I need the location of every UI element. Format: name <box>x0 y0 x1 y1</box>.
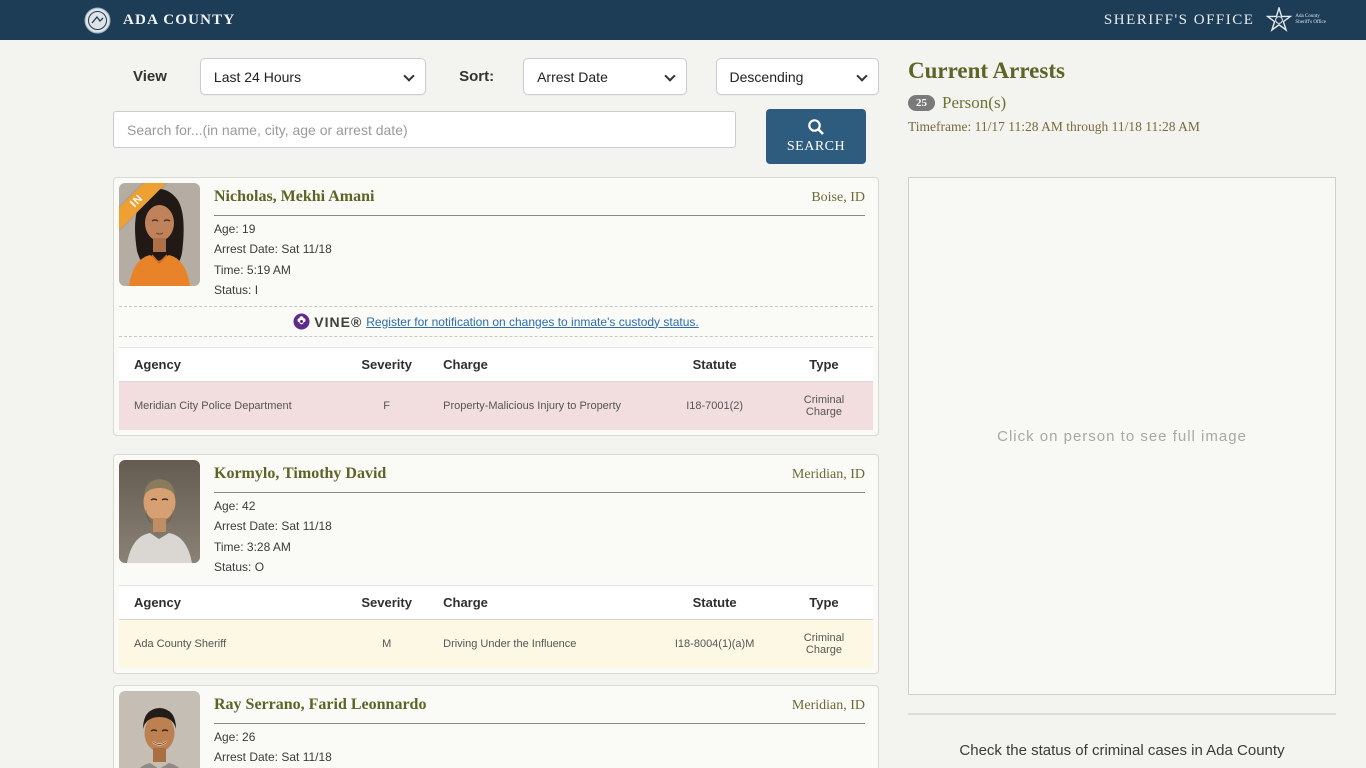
charges-table: Agency Severity Charge Statute Type Ada … <box>119 585 873 668</box>
charge-statute: I18-7001(2) <box>654 382 775 431</box>
charge-row: Ada County Sheriff M Driving Under the I… <box>119 620 873 669</box>
sort-field-value: Arrest Date <box>537 69 608 85</box>
vine-register-link[interactable]: Register for notification on changes to … <box>366 315 698 329</box>
arrestee-status: Status: O <box>214 559 865 575</box>
image-placeholder-text: Click on person to see full image <box>997 428 1247 445</box>
arrestee-city: Meridian, ID <box>792 698 865 714</box>
charge-type: Criminal Charge <box>775 620 873 669</box>
person-count-label: Person(s) <box>942 93 1006 113</box>
col-statute: Statute <box>654 348 775 382</box>
arrest-card: Kormylo, Timothy David Meridian, ID Age:… <box>113 454 879 674</box>
chevron-down-icon <box>664 70 675 81</box>
arrestee-city: Meridian, ID <box>792 467 865 483</box>
search-input[interactable] <box>113 111 736 148</box>
full-image-preview-box: Click on person to see full image <box>908 177 1336 695</box>
search-bar: SEARCH <box>113 111 879 164</box>
search-button-label: SEARCH <box>787 139 845 155</box>
view-label: View <box>133 68 167 85</box>
charge-description: Property-Malicious Injury to Property <box>428 382 654 431</box>
charges-table: Agency Severity Charge Statute Type Meri… <box>119 347 873 430</box>
charges-header-row: Agency Severity Charge Statute Type <box>119 348 873 382</box>
col-severity: Severity <box>345 348 428 382</box>
sort-label: Sort: <box>459 68 494 85</box>
arrestee-age: Age: 19 <box>214 221 865 237</box>
charge-description: Driving Under the Influence <box>428 620 654 669</box>
arrestee-time: Time: 5:19 AM <box>214 262 865 278</box>
office-name[interactable]: SHERIFF'S OFFICE <box>1104 12 1255 29</box>
sidebar-divider <box>908 713 1336 715</box>
charge-agency: Ada County Sheriff <box>119 620 345 669</box>
col-agency: Agency <box>119 586 345 620</box>
county-name[interactable]: ADA COUNTY <box>123 12 235 29</box>
arrestee-name[interactable]: Ray Serrano, Farid Leonnardo <box>214 696 426 714</box>
charge-type: Criminal Charge <box>775 382 873 431</box>
arrestee-arrest-date: Arrest Date: Sat 11/18 <box>214 518 865 534</box>
chevron-down-icon <box>856 70 867 81</box>
col-charge: Charge <box>428 586 654 620</box>
col-charge: Charge <box>428 348 654 382</box>
arrestee-age: Age: 26 <box>214 729 865 745</box>
person-count-badge: 25 <box>908 95 935 111</box>
arrestee-status: Status: I <box>214 282 865 298</box>
charge-row: Meridian City Police Department F Proper… <box>119 382 873 431</box>
criminal-cases-link[interactable]: Check the status of criminal cases in Ad… <box>908 742 1336 759</box>
view-select[interactable]: Last 24 Hours <box>200 58 426 95</box>
charge-severity: M <box>345 620 428 669</box>
chevron-down-icon <box>403 70 414 81</box>
search-icon <box>807 118 825 136</box>
arrestee-age: Age: 42 <box>214 498 865 514</box>
arrestee-name[interactable]: Nicholas, Mekhi Amani <box>214 188 374 206</box>
mugshot-photo[interactable]: IN <box>119 183 200 286</box>
filter-controls: View Last 24 Hours Sort: Arrest Date Des… <box>113 58 879 95</box>
vine-notification-row: VINE® Register for notification on chang… <box>119 306 873 337</box>
col-statute: Statute <box>654 586 775 620</box>
view-select-value: Last 24 Hours <box>214 69 301 85</box>
vine-icon <box>293 313 310 330</box>
charge-agency: Meridian City Police Department <box>119 382 345 431</box>
timeframe-text: Timeframe: 11/17 11:28 AM through 11/18 … <box>908 119 1336 135</box>
col-type: Type <box>775 348 873 382</box>
search-button[interactable]: SEARCH <box>766 109 866 164</box>
arrest-card: Ray Serrano, Farid Leonnardo Meridian, I… <box>113 685 879 768</box>
page-title: Current Arrests <box>908 58 1336 84</box>
col-type: Type <box>775 586 873 620</box>
col-severity: Severity <box>345 586 428 620</box>
arrestee-arrest-date: Arrest Date: Sat 11/18 <box>214 241 865 257</box>
arrestee-name[interactable]: Kormylo, Timothy David <box>214 465 386 483</box>
arrestee-time: Time: 3:28 AM <box>214 539 865 555</box>
sort-direction-select[interactable]: Descending <box>716 58 879 95</box>
mugshot-photo[interactable] <box>119 691 200 768</box>
vine-brand: VINE® <box>314 314 362 330</box>
arrest-card: IN Nicholas, Mekhi Amani Boise, ID Age: … <box>113 177 879 436</box>
mugshot-photo[interactable] <box>119 460 200 563</box>
col-agency: Agency <box>119 348 345 382</box>
sort-direction-value: Descending <box>730 69 804 85</box>
sheriff-star-icon: Ada County Sheriff's Office <box>1266 7 1326 33</box>
arrestee-city: Boise, ID <box>811 190 865 206</box>
charge-severity: F <box>345 382 428 431</box>
county-seal-icon <box>84 7 111 34</box>
charge-statute: I18-8004(1)(a)M <box>654 620 775 669</box>
mugshot-image <box>119 460 200 563</box>
sort-field-select[interactable]: Arrest Date <box>523 58 686 95</box>
top-navbar: ADA COUNTY SHERIFF'S OFFICE Ada County S… <box>0 0 1366 40</box>
arrestee-arrest-date: Arrest Date: Sat 11/18 <box>214 749 865 765</box>
badge-line2: Sheriff's Office <box>1295 20 1326 26</box>
mugshot-image <box>119 691 200 768</box>
charges-header-row: Agency Severity Charge Statute Type <box>119 586 873 620</box>
